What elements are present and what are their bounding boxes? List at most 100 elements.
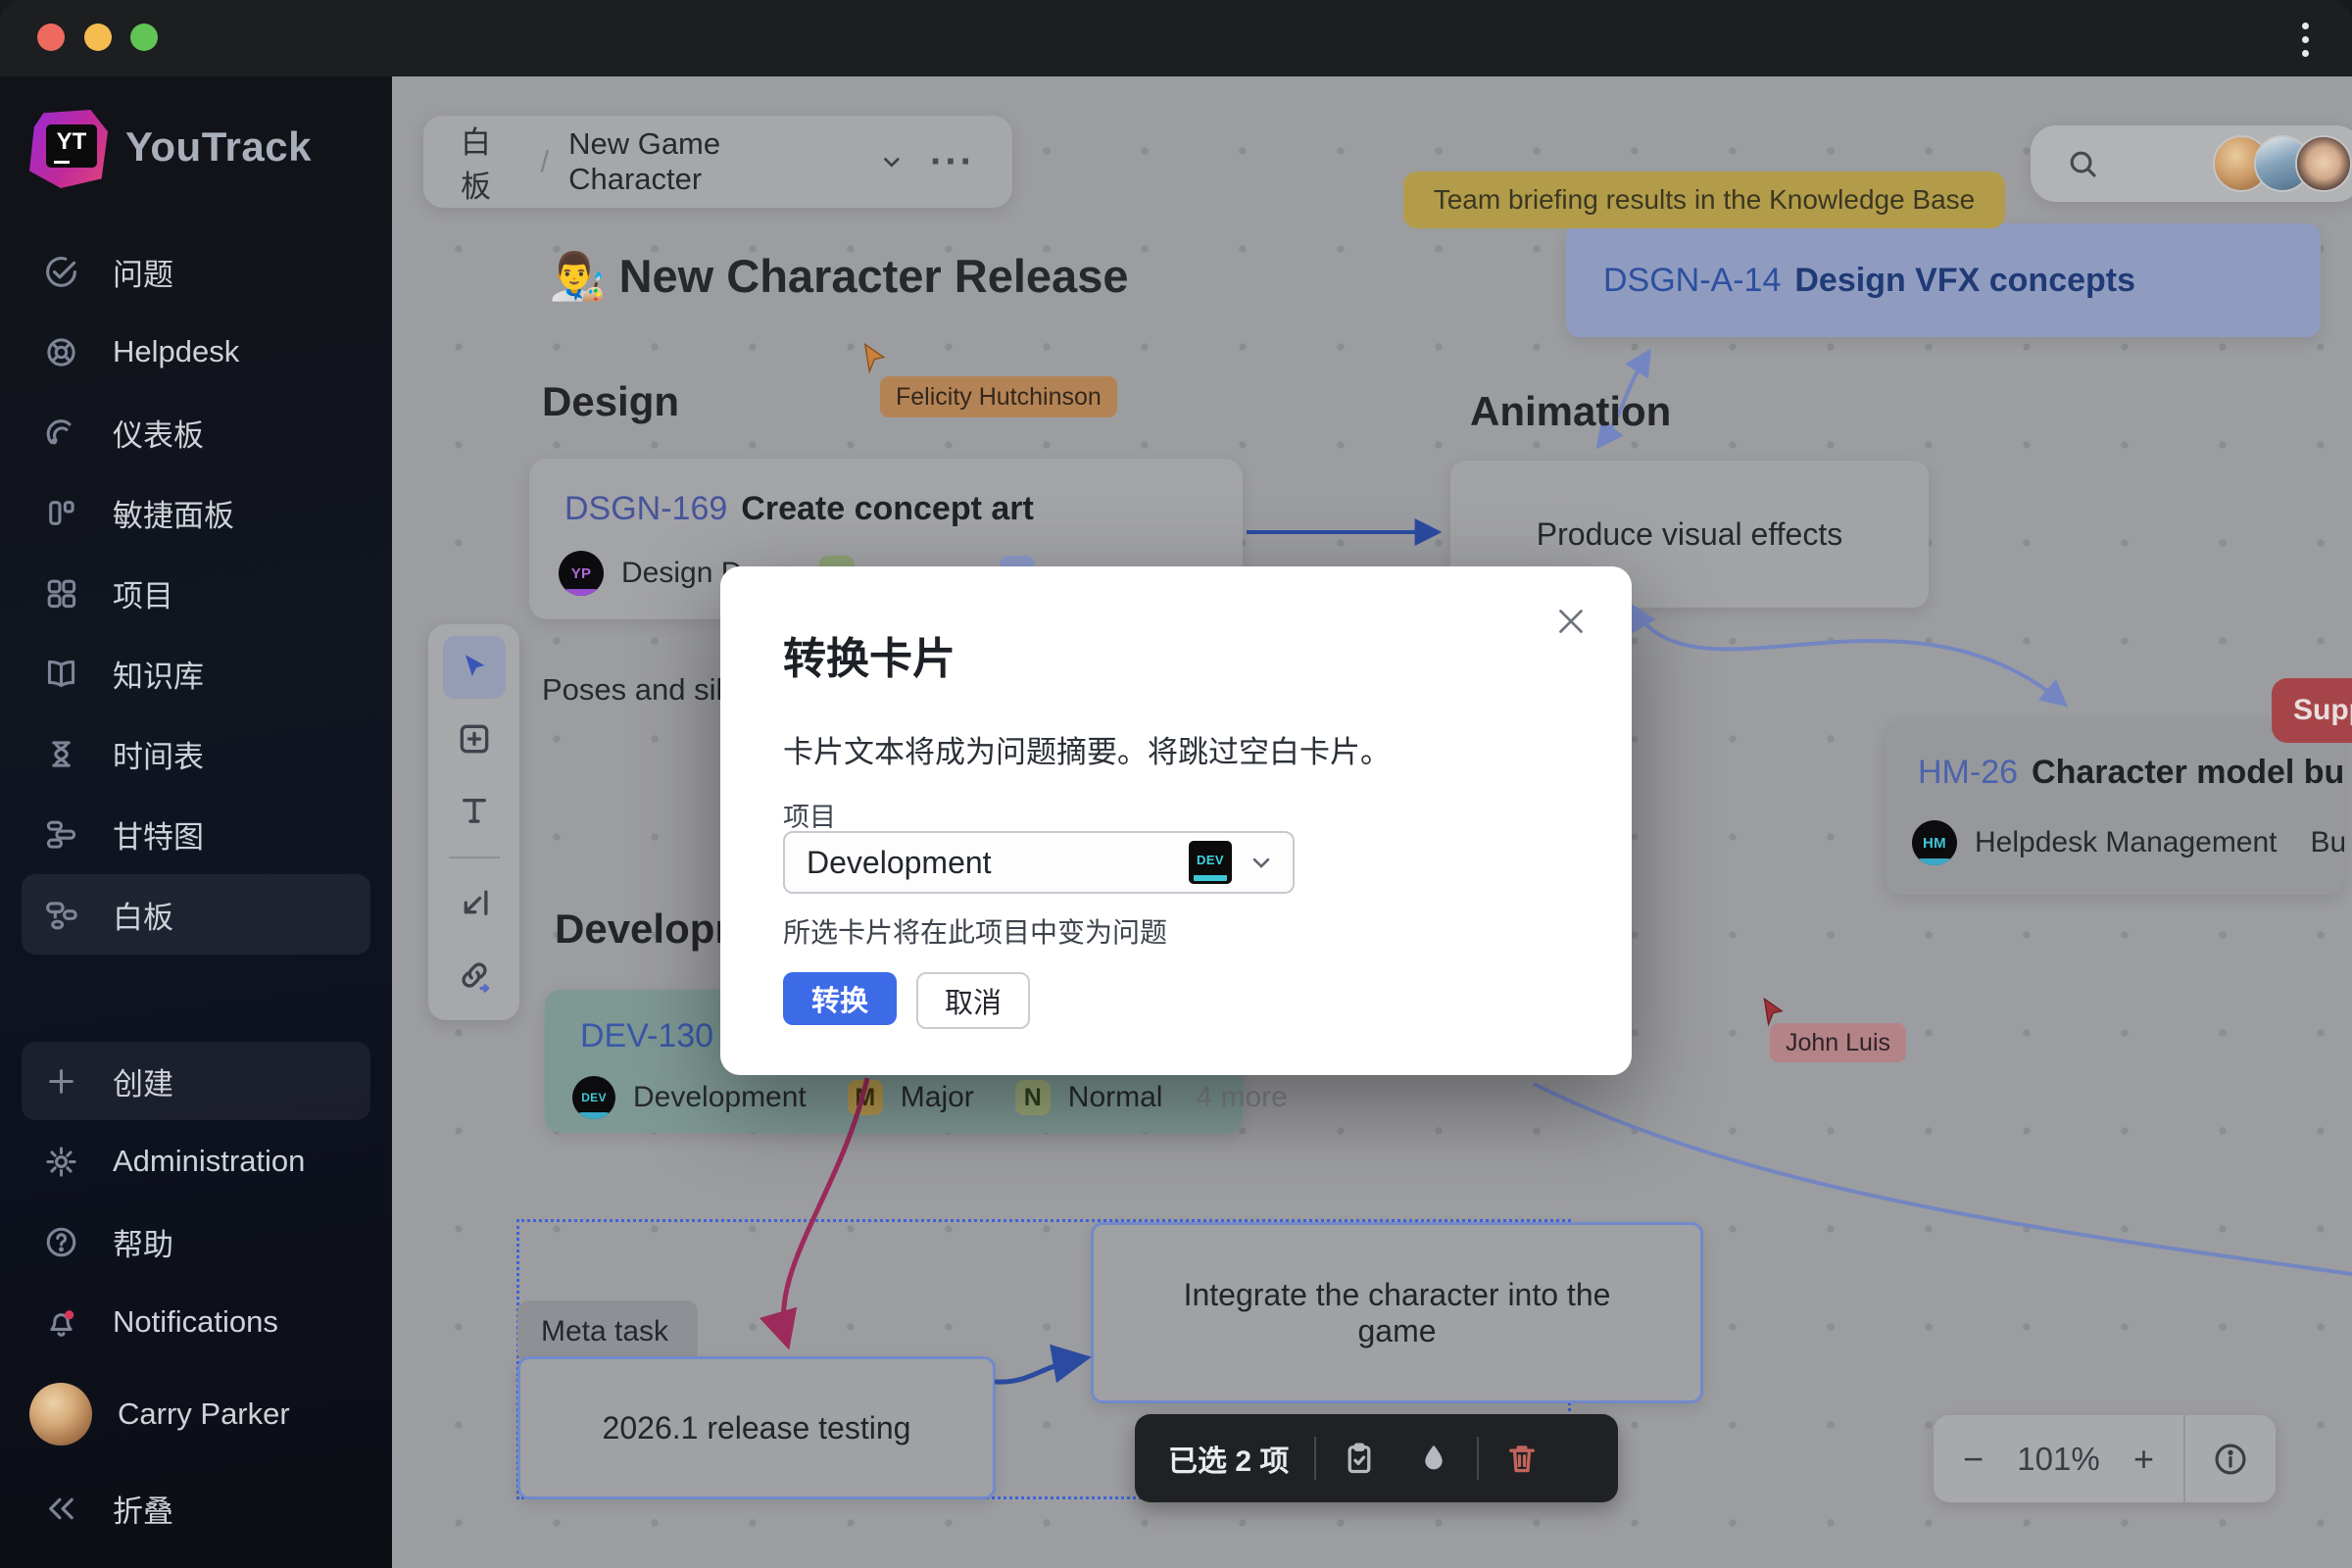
link-icon: [461, 962, 489, 993]
book-icon: [47, 660, 75, 687]
hourglass-icon: [52, 740, 71, 767]
dialog-title: 转换卡片: [783, 635, 956, 683]
create-button[interactable]: 创建: [22, 1042, 370, 1120]
selection-toolbar: 已选 2 项: [1135, 1414, 1618, 1502]
poses-text[interactable]: Poses and silh: [542, 672, 740, 708]
board-info-button[interactable]: [2185, 1415, 2276, 1502]
zoom-controls: − 101% +: [1934, 1415, 2276, 1502]
traffic-light-minimize[interactable]: [84, 24, 112, 51]
window-titlebar: [0, 0, 2352, 76]
brand-title: YouTrack: [125, 123, 312, 170]
zoom-level: 101%: [2017, 1440, 2100, 1477]
sidebar-item-gantt-charts[interactable]: 甘特图: [0, 794, 392, 874]
issue-id[interactable]: DSGN-A-14: [1603, 262, 1781, 300]
user-profile[interactable]: Carry Parker: [0, 1372, 392, 1456]
youtrack-logo-icon: YT: [29, 110, 108, 188]
section-design[interactable]: Design: [542, 378, 679, 425]
traffic-light-close[interactable]: [37, 24, 65, 51]
breadcrumb-current[interactable]: New Game Character: [568, 126, 859, 197]
priority-label: Major: [900, 1081, 974, 1113]
project-name: Development: [633, 1081, 807, 1113]
support-button[interactable]: Supp: [2272, 678, 2352, 743]
board-more-menu[interactable]: ···: [930, 140, 975, 184]
state-badge: N: [1014, 1080, 1051, 1115]
issue-id[interactable]: DEV-130: [580, 1017, 713, 1055]
convert-button[interactable]: 转换: [783, 972, 897, 1025]
close-icon[interactable]: [1553, 604, 1589, 639]
bell-icon: [50, 1309, 74, 1337]
issue-id[interactable]: HM-26: [1918, 754, 2018, 792]
issue-title: Create concept art: [741, 490, 1034, 527]
sidebar-item-issues[interactable]: 问题: [0, 231, 392, 312]
board-title[interactable]: 👨‍🎨 New Character Release: [549, 249, 1128, 304]
project-name: Helpdesk Management: [1975, 826, 2278, 858]
select-tool[interactable]: [442, 636, 506, 699]
breadcrumb-root[interactable]: 白板: [461, 118, 520, 206]
card-text: Integrate the character into the game: [1183, 1276, 1611, 1348]
priority-badge: M: [847, 1080, 883, 1115]
sidebar-item-dashboards[interactable]: 仪表板: [0, 392, 392, 472]
cursor-john-icon: [1763, 998, 1784, 1027]
issue-title: Character model bug: [2032, 754, 2344, 791]
projects-grid-icon: [47, 579, 76, 608]
agile-board-icon: [49, 500, 74, 525]
search-panel: [2031, 125, 2352, 202]
convert-to-issue-icon[interactable]: [1342, 1441, 1377, 1476]
sticky-note-team-briefing[interactable]: Team briefing results in the Knowledge B…: [1403, 172, 2005, 228]
plus-icon: [49, 1068, 74, 1094]
search-icon[interactable]: [2066, 147, 2099, 180]
issue-type: Bug: [2310, 826, 2344, 858]
selection-count: 已选 2 项: [1168, 1446, 1290, 1478]
sidebar-collapse-button[interactable]: 折叠: [0, 1468, 392, 1548]
breadcrumb: 白板 / New Game Character ···: [423, 116, 1012, 208]
cursor-label-felicity: Felicity Hutchinson: [880, 376, 1117, 417]
state-label: Normal: [1067, 1081, 1163, 1113]
connector-tool[interactable]: [443, 872, 506, 935]
sidebar-item-projects[interactable]: 项目: [0, 553, 392, 633]
more-fields[interactable]: 4 more: [1196, 1081, 1287, 1114]
project-select-value: Development: [807, 844, 992, 880]
chevron-down-icon[interactable]: [879, 149, 905, 174]
trash-icon[interactable]: [1504, 1441, 1540, 1476]
toolbar-divider: [1477, 1437, 1480, 1480]
project-avatar: HM: [1912, 820, 1957, 865]
project-badge: DEV: [1189, 841, 1232, 884]
card-integrate[interactable]: Integrate the character into the game: [1091, 1222, 1703, 1403]
collaborator-avatars[interactable]: [2213, 135, 2352, 192]
sidebar-item-help[interactable]: Notifications 帮助: [0, 1201, 392, 1282]
kebab-menu-icon[interactable]: [2285, 18, 2325, 61]
traffic-light-zoom[interactable]: [130, 24, 158, 51]
link-tool[interactable]: [443, 944, 506, 1006]
sidebar-item-helpdesk[interactable]: Helpdesk: [0, 312, 392, 392]
chevrons-left-icon: [49, 1497, 74, 1519]
sidebar: YT YouTrack 问题 Helpdesk 仪表板 敏捷面板 项目 知识库: [0, 76, 392, 1568]
zoom-out-button[interactable]: −: [1963, 1439, 1984, 1480]
toolbar-divider: [448, 857, 500, 858]
card-dsgn-a14[interactable]: DSGN-A-14 Design VFX concepts: [1566, 223, 2321, 337]
gantt-icon: [46, 820, 76, 849]
sidebar-item-notifications[interactable]: Notifications: [0, 1282, 392, 1362]
sidebar-item-timesheets[interactable]: 时间表: [0, 713, 392, 794]
sidebar-item-whiteboards[interactable]: 白板: [22, 874, 370, 955]
add-card-tool[interactable]: [443, 708, 506, 770]
sidebar-item-administration[interactable]: Administration: [0, 1121, 392, 1201]
card-release-testing[interactable]: 2026.1 release testing: [517, 1356, 996, 1499]
card-text: Produce visual effects: [1536, 515, 1843, 552]
project-select[interactable]: Development DEV: [783, 831, 1295, 894]
dashboard-icon: [46, 418, 72, 445]
dialog-description: 卡片文本将成为问题摘要。将跳过空白卡片。: [783, 735, 1391, 769]
text-tool[interactable]: [443, 779, 506, 842]
meta-task-label[interactable]: Meta task: [517, 1300, 698, 1363]
whiteboard-icon: [46, 901, 77, 929]
issue-id[interactable]: DSGN-169: [564, 490, 727, 528]
color-droplet-icon[interactable]: [1416, 1441, 1451, 1476]
zoom-in-button[interactable]: +: [2133, 1439, 2154, 1480]
check-circle-icon: [46, 256, 76, 287]
section-animation[interactable]: Animation: [1470, 388, 1671, 435]
section-development[interactable]: Developr: [555, 906, 731, 953]
sidebar-item-agile-boards[interactable]: 敏捷面板: [0, 472, 392, 553]
card-text: 2026.1 release testing: [602, 1409, 911, 1446]
card-hm26[interactable]: HM-26 Character model bug HM Helpdesk Ma…: [1885, 720, 2344, 895]
sidebar-item-knowledge-base[interactable]: 知识库: [0, 633, 392, 713]
cancel-button[interactable]: 取消: [916, 972, 1030, 1029]
